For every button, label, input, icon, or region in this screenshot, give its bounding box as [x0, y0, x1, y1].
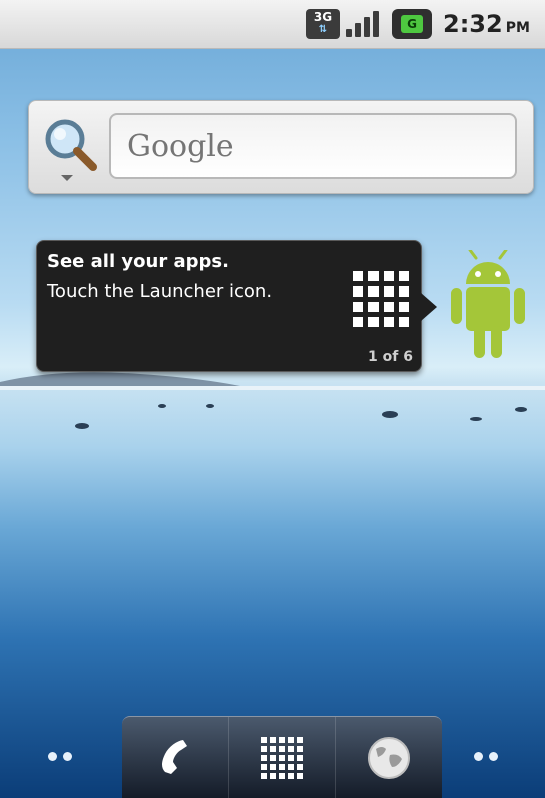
launcher-tip-bubble[interactable]: See all your apps. Touch the Launcher ic… — [36, 240, 437, 372]
browser-button[interactable] — [336, 717, 442, 798]
wallpaper-rock — [75, 423, 89, 429]
tip-counter: 1 of 6 — [368, 349, 413, 365]
network-label: 3G — [313, 10, 333, 24]
page-indicator-left[interactable] — [40, 746, 80, 766]
search-input[interactable] — [109, 113, 517, 179]
wallpaper-rock — [158, 404, 166, 408]
page-indicator-right[interactable] — [466, 746, 506, 766]
launcher-grid-icon — [353, 271, 409, 327]
signal-bar-2 — [355, 23, 361, 37]
data-activity-icon: ⇅ — [318, 24, 328, 35]
phone-icon — [162, 740, 187, 774]
battery-label: G — [401, 15, 423, 33]
app-grid-icon — [261, 737, 303, 779]
wallpaper-rock — [206, 404, 214, 408]
clock-time: 2:32 — [443, 10, 503, 38]
tip-title: See all your apps. — [47, 251, 229, 272]
home-screen: 3G ⇅ G 2:32 PM Google See all your apps.… — [0, 0, 545, 798]
signal-bar-1 — [346, 29, 352, 37]
battery-icon: G — [392, 9, 432, 39]
clock-ampm: PM — [505, 20, 530, 36]
network-3g-icon: 3G ⇅ — [306, 9, 340, 39]
wallpaper-rock — [515, 407, 527, 412]
search-icon[interactable] — [39, 113, 99, 183]
status-bar: 3G ⇅ G 2:32 PM — [0, 0, 545, 49]
bubble-pointer — [421, 293, 437, 321]
wallpaper-rock — [470, 417, 482, 421]
globe-icon — [368, 737, 410, 779]
launcher-button[interactable] — [229, 717, 336, 798]
android-robot-icon — [451, 250, 525, 358]
signal-bar-4 — [373, 11, 379, 37]
clock: 2:32 PM — [443, 8, 530, 40]
dock — [122, 716, 442, 798]
wallpaper-rock — [382, 411, 398, 418]
google-search-widget — [28, 100, 534, 194]
tip-body: Touch the Launcher icon. — [47, 281, 273, 302]
signal-bar-3 — [364, 17, 370, 37]
phone-button[interactable] — [122, 717, 229, 798]
signal-icon — [346, 9, 382, 39]
